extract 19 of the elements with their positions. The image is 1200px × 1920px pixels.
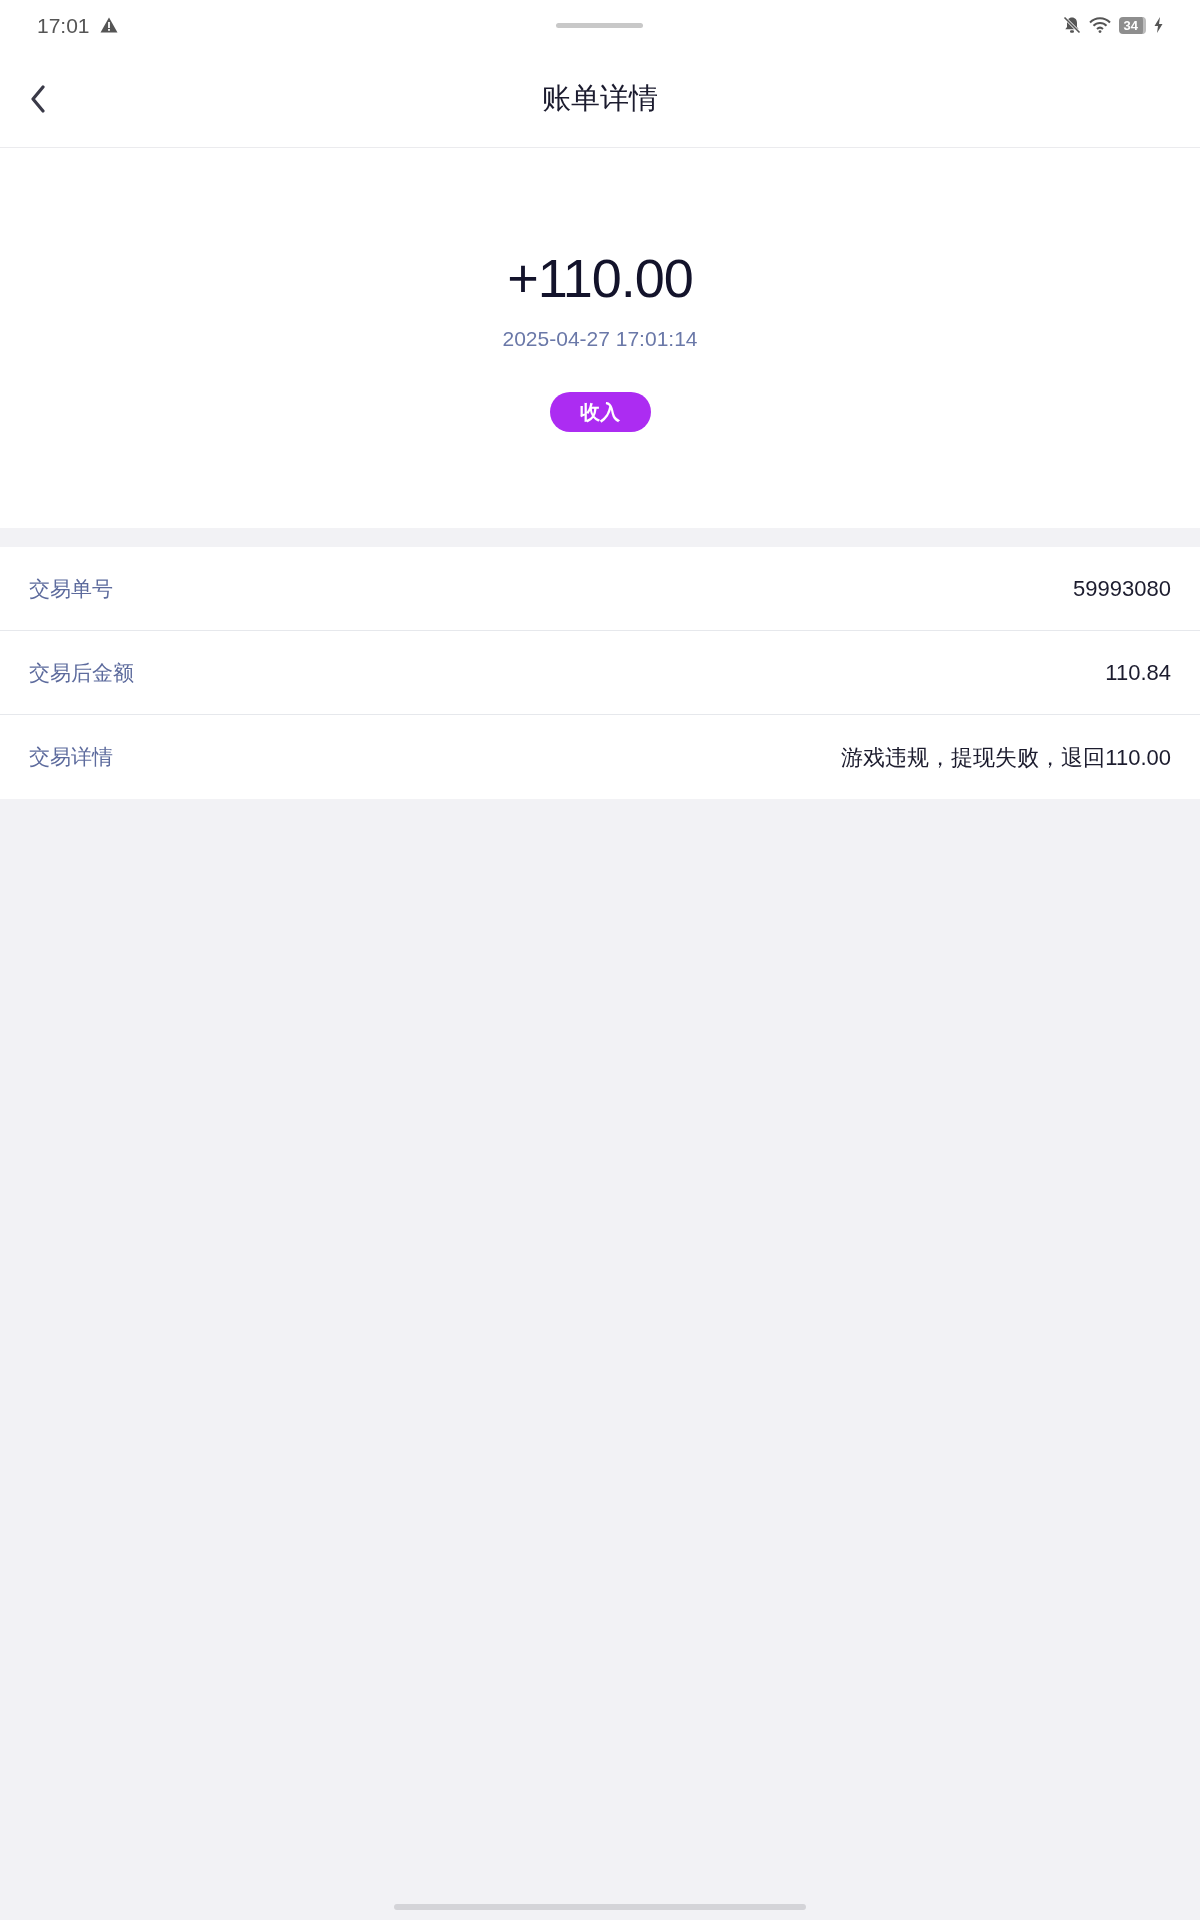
detail-label: 交易详情 — [29, 744, 113, 771]
detail-value: 110.84 — [1105, 659, 1171, 687]
back-chevron-icon — [30, 84, 46, 113]
transaction-time: 2025-04-27 17:01:14 — [502, 326, 698, 352]
lightning-icon — [1154, 17, 1163, 33]
detail-label: 交易单号 — [29, 575, 113, 602]
detail-label: 交易后金额 — [29, 659, 134, 686]
detail-value: 游戏违规，提现失败，退回110.00 — [841, 743, 1171, 772]
home-indicator[interactable] — [394, 1904, 806, 1910]
bell-slash-icon — [1062, 16, 1081, 34]
page-title: 账单详情 — [542, 80, 658, 116]
status-time: 17:01 — [37, 14, 90, 36]
battery-indicator: 34 — [1118, 16, 1146, 34]
window-handle[interactable] — [556, 22, 644, 28]
wifi-icon — [1088, 17, 1111, 33]
type-badge: 收入 — [549, 392, 651, 432]
amount-text: +110.00 — [507, 248, 693, 308]
detail-value: 59993080 — [1073, 575, 1171, 603]
warning-icon — [99, 17, 118, 33]
